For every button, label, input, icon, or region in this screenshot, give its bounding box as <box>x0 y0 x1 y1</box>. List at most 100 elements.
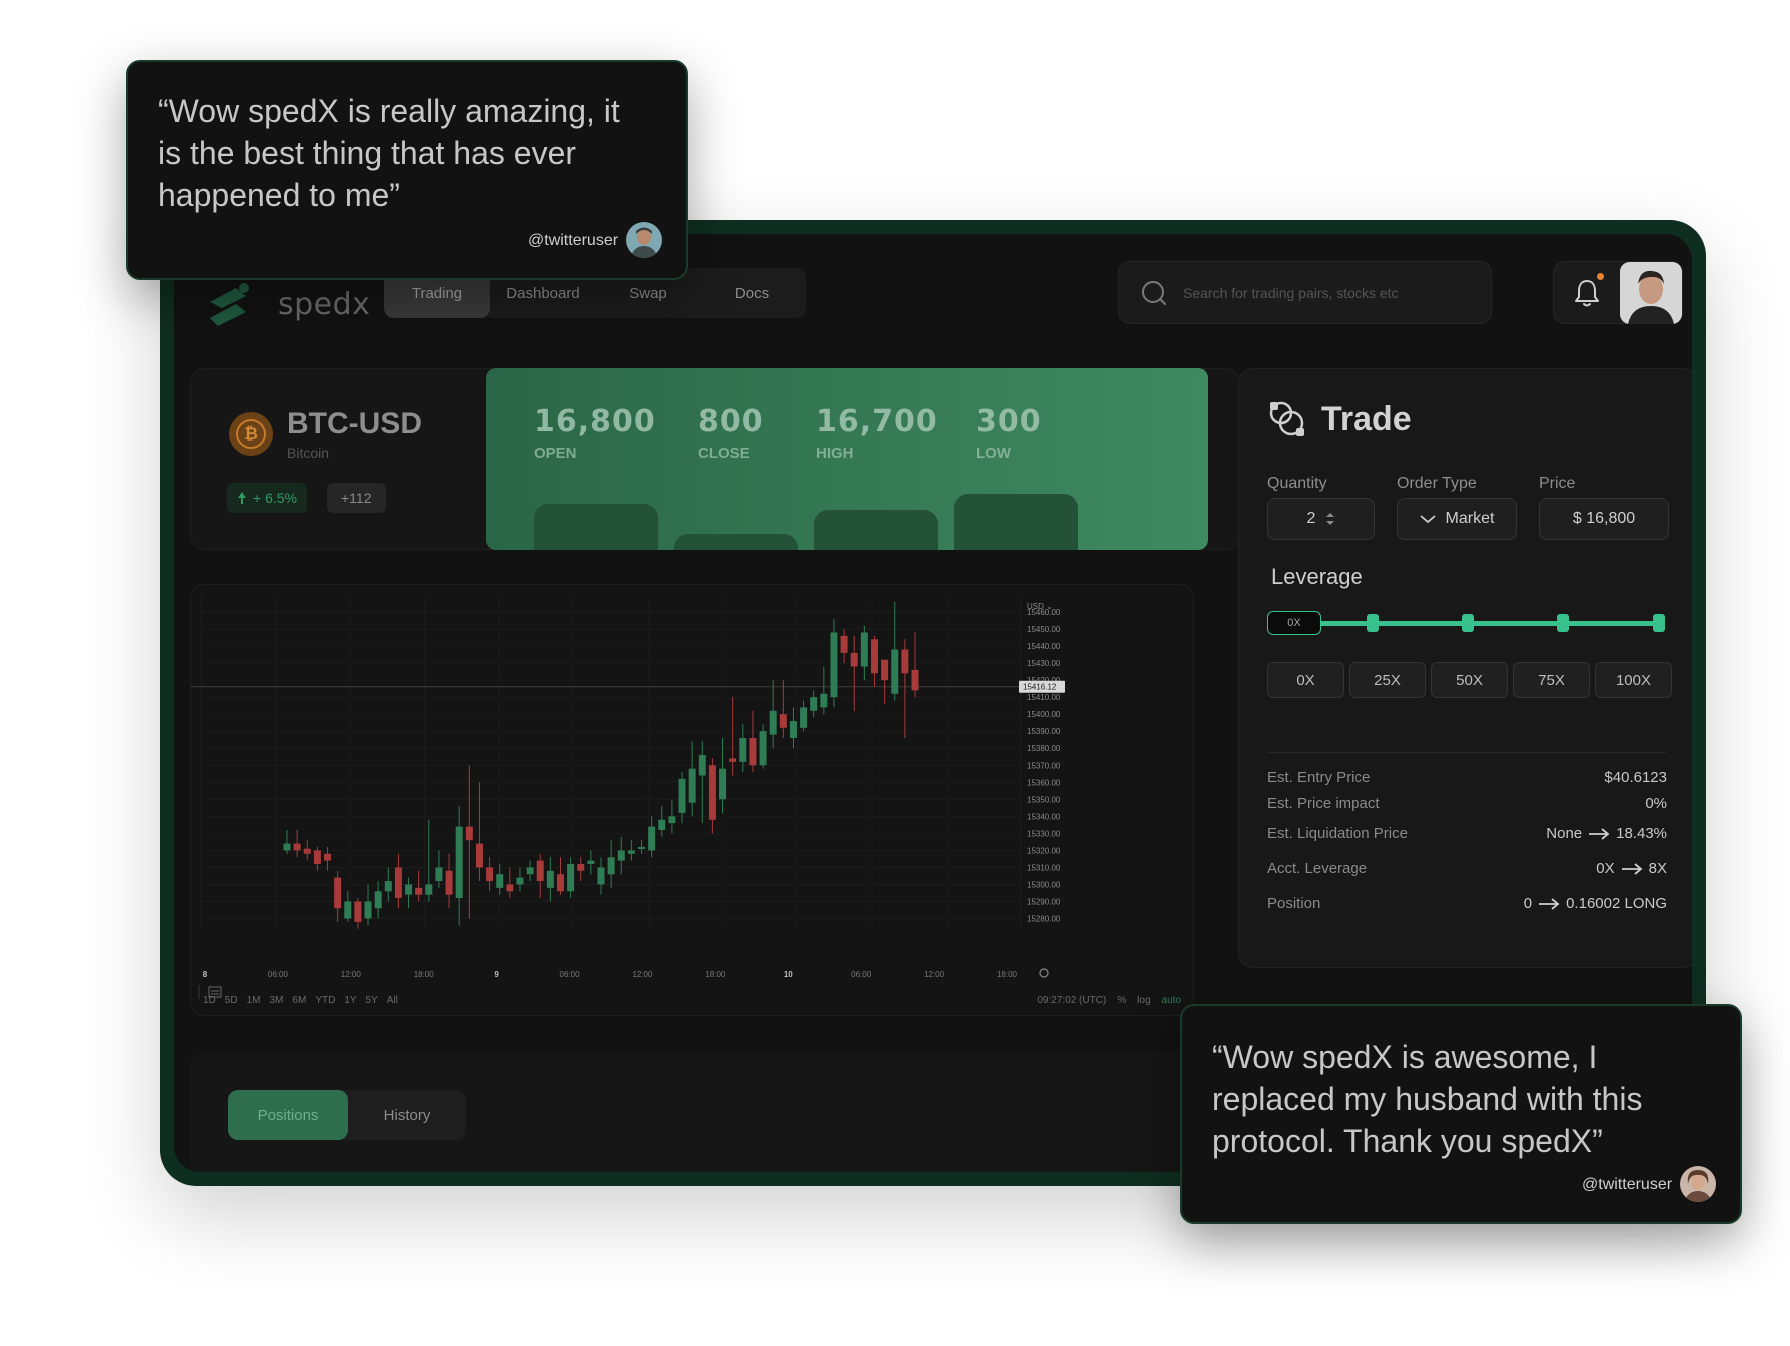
ohlc-bar <box>534 504 658 550</box>
testimonial-handle[interactable]: @twitteruser <box>1582 1176 1672 1194</box>
pair-name: Bitcoin <box>287 445 330 461</box>
est-from: 0X <box>1596 860 1615 877</box>
leverage-slider[interactable]: 0X <box>1267 609 1665 637</box>
gear-icon[interactable] <box>1039 968 1049 978</box>
y-tick-label: 15400.00 <box>1027 710 1061 719</box>
candle-body <box>870 639 878 674</box>
candle-body <box>334 877 342 909</box>
y-tick-label: 15440.00 <box>1027 642 1061 651</box>
search-input[interactable] <box>1183 284 1473 301</box>
slider-tick[interactable] <box>1462 614 1474 632</box>
current-price-label: 15416.12 <box>1023 683 1057 692</box>
tab-history[interactable]: History <box>348 1090 466 1140</box>
candle-body <box>891 649 899 694</box>
stat-label: CLOSE <box>698 445 750 462</box>
candle-body <box>698 755 706 776</box>
x-tick-label: 18:00 <box>414 970 435 979</box>
slider-track[interactable] <box>1307 621 1657 626</box>
x-tick-label: 10 <box>784 970 793 979</box>
candle-body <box>759 731 767 766</box>
chart-toolbar: 1D 5D 1M 3M 6M YTD 1Y 5Y All 09:27:02 (U… <box>191 985 1193 1015</box>
est-entry-price: Est. Entry Price $40.6123 <box>1267 769 1667 786</box>
y-tick-label: 15430.00 <box>1027 659 1061 668</box>
price-chart[interactable]: 15460.00 15450.00 15440.00 15430.00 15420.00… <box>190 584 1194 1016</box>
slider-value[interactable]: 0X <box>1267 611 1321 635</box>
y-tick-label: 15390.00 <box>1027 727 1061 736</box>
slider-tick[interactable] <box>1557 614 1569 632</box>
positions-tabs: Positions History <box>228 1090 466 1140</box>
search-bar[interactable] <box>1118 261 1492 324</box>
timeframe-button[interactable]: 1M <box>247 995 261 1006</box>
chart-time: 09:27:02 (UTC) <box>1037 994 1107 1006</box>
timeframe-button[interactable]: 5Y <box>366 995 378 1006</box>
quantity-stepper[interactable]: 2 <box>1267 498 1375 540</box>
change-value: + 6.5% <box>253 490 297 506</box>
testimonial-handle[interactable]: @twitteruser <box>528 232 618 250</box>
y-tick-label: 15320.00 <box>1027 846 1061 855</box>
stat-open: 16,800 OPEN <box>534 404 656 462</box>
x-tick-label: 8 <box>203 970 208 979</box>
arrow-right-icon <box>1621 862 1643 875</box>
chart-options: 09:27:02 (UTC) % log auto <box>1037 995 1181 1006</box>
tab-positions[interactable]: Positions <box>228 1090 348 1140</box>
candle-body <box>708 765 716 820</box>
timeframe-button[interactable]: 1Y <box>344 995 356 1006</box>
timeframe-button[interactable]: All <box>387 995 398 1006</box>
candle-body <box>374 891 382 909</box>
est-value: $40.6123 <box>1604 769 1667 786</box>
candlestick-chart[interactable]: 15460.0015450.0015440.0015430.0015420.00… <box>191 585 1194 987</box>
leverage-75x-button[interactable]: 75X <box>1513 662 1590 698</box>
price-value: $ 16,800 <box>1572 510 1636 527</box>
testimonial-card: “Wow spedX is really amazing, it is the … <box>126 60 688 280</box>
auto-toggle[interactable]: auto <box>1162 995 1181 1006</box>
est-to: 8X <box>1648 860 1667 877</box>
candle-body <box>800 707 808 728</box>
count-badge: +112 <box>327 483 386 513</box>
candle-body <box>283 843 291 851</box>
stat-value: 800 <box>698 404 764 439</box>
candle-body <box>364 901 372 919</box>
x-tick-label: 06:00 <box>268 970 289 979</box>
avatar-icon <box>626 222 662 258</box>
slider-tick[interactable] <box>1367 614 1379 632</box>
logo[interactable]: spedx <box>206 282 370 326</box>
divider <box>1267 752 1667 753</box>
candle-body <box>789 720 797 739</box>
timeframe-button[interactable]: 3M <box>270 995 284 1006</box>
user-avatar[interactable] <box>1620 261 1682 324</box>
ohlc-bar <box>814 510 938 550</box>
leverage-50x-button[interactable]: 50X <box>1431 662 1508 698</box>
price-field[interactable]: $ 16,800 <box>1539 498 1669 540</box>
leverage-25x-button[interactable]: 25X <box>1349 662 1426 698</box>
timeframe-button[interactable]: YTD <box>315 995 335 1006</box>
bitcoin-icon: ₿ <box>229 412 273 456</box>
logo-text: spedx <box>278 286 371 322</box>
timeframe-button[interactable]: 6M <box>292 995 306 1006</box>
stepper-icon[interactable] <box>1325 511 1335 527</box>
candle-body <box>425 884 433 895</box>
log-toggle[interactable]: log <box>1137 995 1150 1006</box>
candle-body <box>810 697 818 711</box>
candle-body <box>313 850 321 865</box>
slider-tick[interactable] <box>1653 614 1665 632</box>
est-value: 0 0.16002 LONG <box>1524 895 1667 912</box>
arrow-right-icon <box>1539 897 1560 910</box>
candle-body <box>405 884 413 895</box>
nav-docs[interactable]: Docs <box>700 268 804 318</box>
y-tick-label: 15360.00 <box>1027 778 1061 787</box>
percent-toggle[interactable]: % <box>1117 995 1126 1006</box>
bell-icon <box>1575 279 1599 306</box>
leverage-0x-button[interactable]: 0X <box>1267 662 1344 698</box>
testimonial-avatar <box>626 222 662 258</box>
x-tick-label: 06:00 <box>560 970 581 979</box>
est-to: 0% <box>1645 795 1667 812</box>
candle-body <box>739 738 747 762</box>
candle-body <box>384 881 392 892</box>
leverage-100x-button[interactable]: 100X <box>1595 662 1672 698</box>
compare-icon[interactable] <box>191 985 227 999</box>
est-liquidation-price: Est. Liquidation Price None 18.43% <box>1267 825 1667 842</box>
notifications-button[interactable] <box>1554 261 1620 324</box>
est-to: 0.16002 LONG <box>1566 895 1667 912</box>
order-type-select[interactable]: Market <box>1397 498 1517 540</box>
candle-body <box>678 778 686 813</box>
